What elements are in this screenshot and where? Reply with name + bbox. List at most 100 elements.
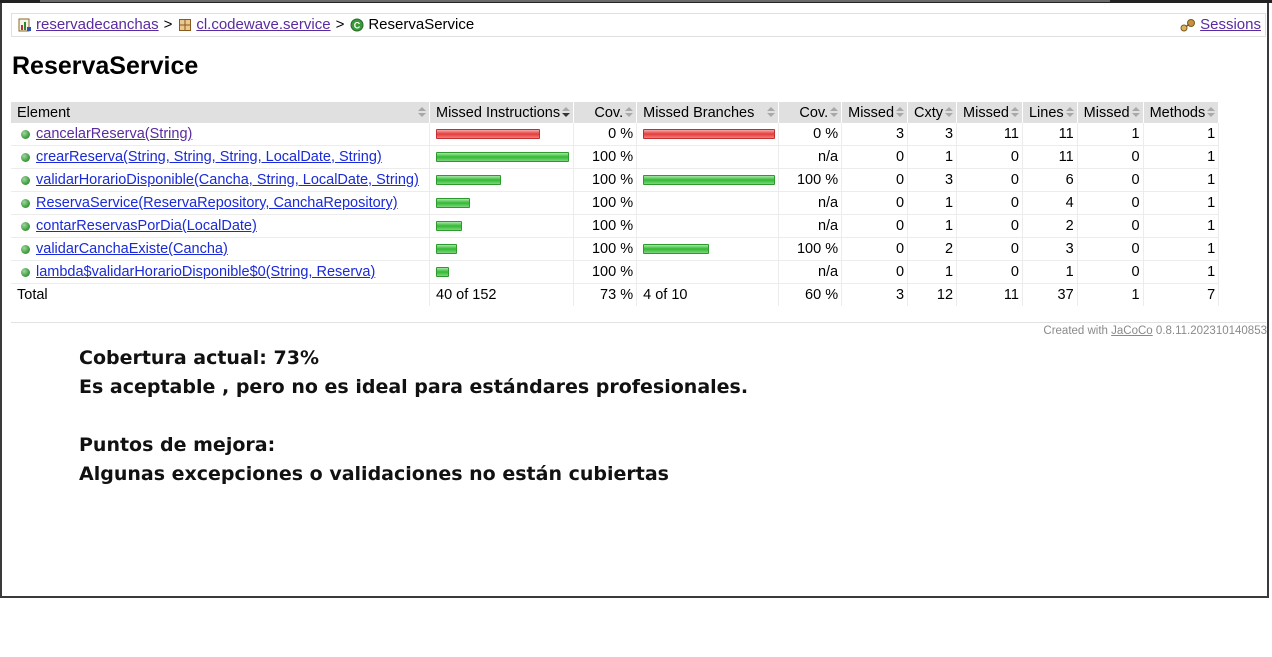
total-lines: 37 xyxy=(1022,283,1078,306)
instructions-bar-cell xyxy=(429,123,575,146)
table-row: validarCanchaExiste(Cancha) 100 % 100 % 0 2 0… xyxy=(11,237,1220,261)
methods-cell: 1 xyxy=(1143,168,1220,192)
missed-methods-cell: 0 xyxy=(1077,214,1144,238)
method-link[interactable]: crearReserva(String, String, String, Loc… xyxy=(36,149,382,165)
cxty-cell: 1 xyxy=(907,145,958,169)
cxty-cell: 1 xyxy=(907,214,958,238)
missed-lines-cell: 0 xyxy=(956,168,1023,192)
missed-lines-cell: 0 xyxy=(956,214,1023,238)
breadcrumb-separator: > xyxy=(163,16,173,33)
method-link[interactable]: validarCanchaExiste(Cancha) xyxy=(36,241,228,257)
instructions-bar-cell xyxy=(429,168,575,192)
col-missed-cxty[interactable]: Missed xyxy=(841,102,909,123)
col-cxty[interactable]: Cxty xyxy=(907,102,958,123)
table-row: lambda$validarHorarioDisponible$0(String… xyxy=(11,260,1220,284)
missed-methods-cell: 0 xyxy=(1077,237,1144,261)
table-row: contarReservasPorDia(LocalDate) 100 % n/a 0… xyxy=(11,214,1220,238)
lines-cell: 1 xyxy=(1022,260,1078,284)
instructions-bar-cell xyxy=(429,260,575,284)
breadcrumb-item-package[interactable]: cl.codewave.service xyxy=(196,14,330,36)
covered-instructions-bar xyxy=(436,221,462,232)
methods-cell: 1 xyxy=(1143,145,1220,169)
instr-cov-cell: 100 % xyxy=(573,237,638,261)
method-link[interactable]: validarHorarioDisponible(Cancha, String,… xyxy=(36,172,419,188)
cxty-cell: 2 xyxy=(907,237,958,261)
coverage-table: Element Missed Instructions Cov. Missed … xyxy=(11,102,1220,306)
lines-cell: 2 xyxy=(1022,214,1078,238)
total-instructions: 40 of 152 xyxy=(429,283,575,306)
missed-cxty-cell: 0 xyxy=(841,237,909,261)
total-row: Total 40 of 152 73 % 4 of 10 60 % 3 12 1… xyxy=(11,283,1220,306)
method-link[interactable]: lambda$validarHorarioDisponible$0(String… xyxy=(36,264,375,280)
package-icon xyxy=(178,14,196,36)
element-cell: ReservaService(ReservaRepository, Cancha… xyxy=(11,191,430,215)
branch-cov-cell: 0 % xyxy=(778,123,843,146)
lines-cell: 11 xyxy=(1022,145,1078,169)
instr-cov-cell: 100 % xyxy=(573,214,638,238)
sort-icon xyxy=(1010,107,1019,118)
covered-branches-bar xyxy=(643,244,710,255)
element-cell: lambda$validarHorarioDisponible$0(String… xyxy=(11,260,430,284)
col-methods[interactable]: Methods xyxy=(1143,102,1220,123)
lines-cell: 11 xyxy=(1022,123,1078,146)
sort-icon xyxy=(767,107,776,118)
col-missed-instructions[interactable]: Missed Instructions xyxy=(429,102,575,123)
method-link[interactable]: cancelarReserva(String) xyxy=(36,126,192,142)
sessions-link-group[interactable]: Sessions xyxy=(1180,14,1261,36)
col-missed-branches[interactable]: Missed Branches xyxy=(636,102,780,123)
breadcrumb-item-project[interactable]: reservadecanchas xyxy=(36,14,159,36)
method-link[interactable]: ReservaService(ReservaRepository, Cancha… xyxy=(36,195,398,211)
col-instr-cov[interactable]: Cov. xyxy=(573,102,638,123)
total-methods: 7 xyxy=(1143,283,1220,306)
col-missed-lines[interactable]: Missed xyxy=(956,102,1023,123)
class-icon: C xyxy=(350,14,368,36)
sessions-icon xyxy=(1180,14,1200,36)
total-instr-cov: 73 % xyxy=(573,283,638,306)
covered-instructions-bar xyxy=(436,175,501,186)
instructions-bar-cell xyxy=(429,145,575,169)
col-lines[interactable]: Lines xyxy=(1022,102,1078,123)
sort-icon xyxy=(1065,107,1074,118)
missed-lines-cell: 0 xyxy=(956,260,1023,284)
covered-instructions-bar xyxy=(436,267,449,278)
branches-bar-cell xyxy=(636,145,780,169)
missed-cxty-cell: 0 xyxy=(841,168,909,192)
method-link[interactable]: contarReservasPorDia(LocalDate) xyxy=(36,218,257,234)
instr-cov-cell: 100 % xyxy=(573,260,638,284)
instructions-bar-cell xyxy=(429,214,575,238)
col-missed-methods[interactable]: Missed xyxy=(1077,102,1144,123)
element-cell: contarReservasPorDia(LocalDate) xyxy=(11,214,430,238)
branch-cov-cell: n/a xyxy=(778,145,843,169)
footer-prefix: Created with xyxy=(1043,325,1108,337)
sort-icon xyxy=(1207,107,1216,118)
method-icon xyxy=(21,175,30,185)
window-top-highlight xyxy=(40,0,1110,2)
table-header-row: Element Missed Instructions Cov. Missed … xyxy=(11,102,1220,123)
cxty-cell: 1 xyxy=(907,191,958,215)
missed-lines-cell: 11 xyxy=(956,123,1023,146)
sort-icon xyxy=(945,107,954,118)
covered-instructions-bar xyxy=(436,198,470,209)
missed-cxty-cell: 0 xyxy=(841,191,909,215)
element-cell: validarHorarioDisponible(Cancha, String,… xyxy=(11,168,430,192)
methods-cell: 1 xyxy=(1143,237,1220,261)
svg-text:C: C xyxy=(354,21,361,31)
col-element[interactable]: Element xyxy=(11,102,430,123)
breadcrumb-current: ReservaService xyxy=(368,16,475,33)
footer: Created with JaCoCo 0.8.11.202310140853 xyxy=(1043,325,1267,337)
missed-cxty-cell: 0 xyxy=(841,214,909,238)
notes-line: Algunas excepciones o validaciones no es… xyxy=(79,463,669,485)
notes-line: Cobertura actual: 73% xyxy=(79,347,319,369)
covered-branches-bar xyxy=(643,175,776,186)
page-title: ReservaService xyxy=(12,52,199,80)
missed-cxty-cell: 0 xyxy=(841,260,909,284)
method-icon xyxy=(21,152,30,162)
jacoco-link[interactable]: JaCoCo xyxy=(1111,325,1153,337)
breadcrumb-separator: > xyxy=(335,16,345,33)
element-cell: crearReserva(String, String, String, Loc… xyxy=(11,145,430,169)
table-row: ReservaService(ReservaRepository, Cancha… xyxy=(11,191,1220,215)
sessions-link[interactable]: Sessions xyxy=(1200,14,1261,36)
col-branch-cov[interactable]: Cov. xyxy=(778,102,843,123)
branch-cov-cell: 100 % xyxy=(778,168,843,192)
missed-methods-cell: 0 xyxy=(1077,260,1144,284)
